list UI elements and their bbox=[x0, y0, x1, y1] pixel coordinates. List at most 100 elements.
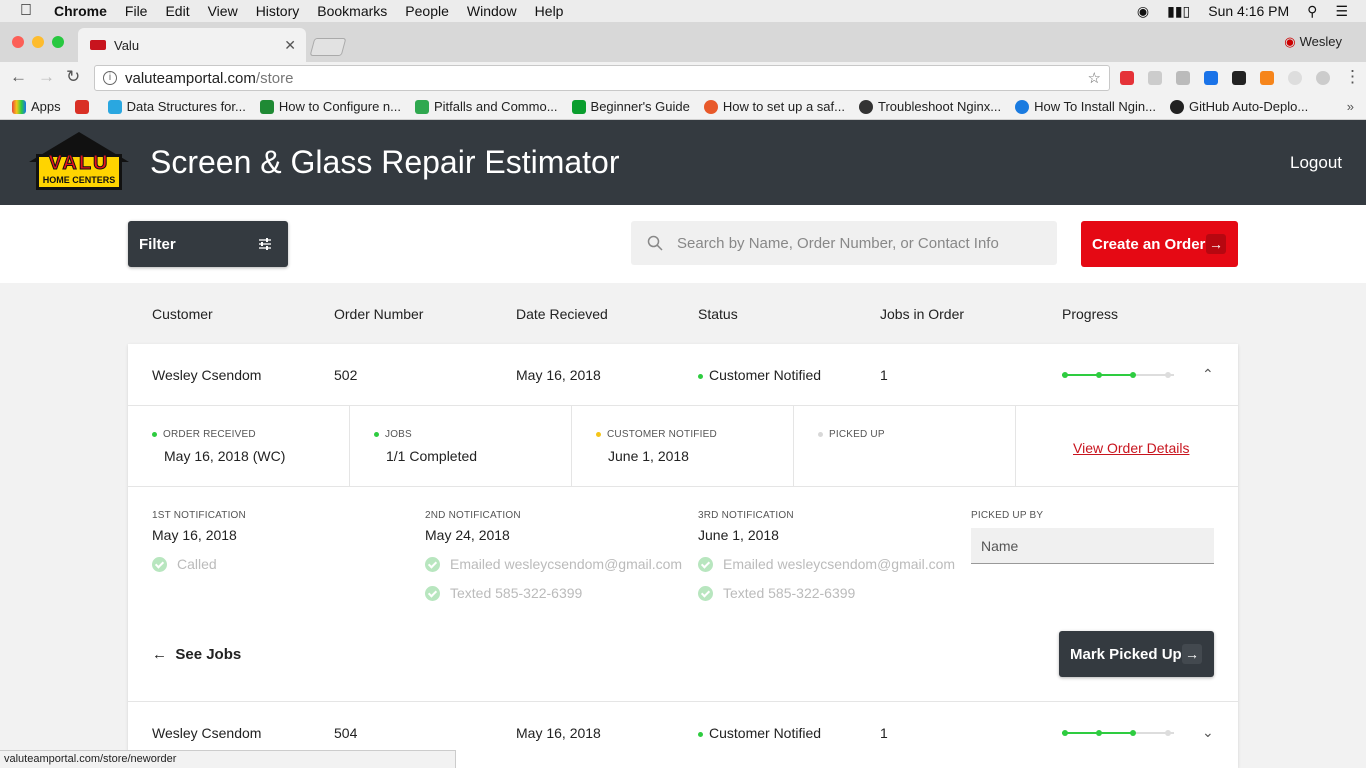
picked-up-by-input[interactable]: Name bbox=[971, 528, 1214, 564]
menu-help[interactable]: Help bbox=[535, 3, 564, 19]
column-header-status[interactable]: Status bbox=[698, 306, 738, 322]
check-circle-icon bbox=[698, 556, 713, 572]
menu-people[interactable]: People bbox=[405, 3, 449, 19]
filter-bar: Filter Search by Name, Order Number, or … bbox=[0, 205, 1366, 283]
close-tab-icon[interactable]: ✕ bbox=[284, 37, 296, 54]
logout-link[interactable]: Logout bbox=[1290, 153, 1342, 173]
stage-dot bbox=[152, 431, 157, 437]
stage-picked-up: PICKED UP bbox=[794, 406, 1016, 486]
order-status: Customer Notified bbox=[698, 367, 821, 383]
chevron-up-icon[interactable]: ⌃ bbox=[1202, 366, 1214, 383]
bookmark-favicon-icon bbox=[703, 99, 718, 114]
order-card: Wesley Csendom 502 May 16, 2018 Customer… bbox=[128, 344, 1238, 768]
search-input[interactable]: Search by Name, Order Number, or Contact… bbox=[631, 221, 1057, 265]
extension-icon[interactable] bbox=[1148, 71, 1162, 85]
date-received: May 16, 2018 bbox=[516, 367, 601, 383]
chrome-menu-icon[interactable]: ⋮ bbox=[1344, 67, 1361, 87]
bookmark-item[interactable]: Troubleshoot Nginx... bbox=[858, 99, 1001, 114]
profile-icon: ◉ bbox=[1284, 34, 1296, 49]
extension-icon[interactable] bbox=[1232, 71, 1246, 85]
reload-icon[interactable]: ↻ bbox=[66, 67, 80, 87]
mark-picked-up-label: Mark Picked Up bbox=[1070, 645, 1182, 663]
extension-icon[interactable] bbox=[1204, 71, 1218, 85]
site-info-icon[interactable]: i bbox=[103, 71, 117, 85]
more-bookmarks-icon[interactable]: » bbox=[1347, 99, 1354, 114]
date-received: May 16, 2018 bbox=[516, 725, 601, 741]
check-circle-icon bbox=[425, 556, 440, 572]
extension-icon[interactable] bbox=[1176, 71, 1190, 85]
tab-title: Valu bbox=[114, 37, 140, 53]
column-header-order-number[interactable]: Order Number bbox=[334, 306, 423, 322]
menu-app[interactable]: Chrome bbox=[54, 3, 107, 19]
menu-bookmarks[interactable]: Bookmarks bbox=[317, 3, 387, 19]
bookmark-star-icon[interactable]: ☆ bbox=[1088, 69, 1101, 87]
column-header-date[interactable]: Date Recieved bbox=[516, 306, 608, 322]
bookmark-apps[interactable]: Apps bbox=[12, 99, 61, 114]
column-header-jobs[interactable]: Jobs in Order bbox=[880, 306, 964, 322]
address-bar[interactable]: i valuteamportal.com/store ☆ bbox=[94, 65, 1110, 91]
menu-file[interactable]: File bbox=[125, 3, 148, 19]
check-circle-icon bbox=[698, 585, 713, 601]
see-jobs-button[interactable]: ← See Jobs bbox=[152, 646, 241, 663]
tab-strip: Valu ✕ ◉ Wesley bbox=[0, 22, 1366, 62]
logo-text: VALU bbox=[48, 152, 110, 175]
back-icon[interactable]: ← bbox=[10, 67, 27, 87]
progress-step-dot bbox=[1096, 372, 1103, 378]
customer-name: Wesley Csendom bbox=[152, 367, 262, 383]
column-header-progress[interactable]: Progress bbox=[1062, 306, 1118, 322]
ebay-extension-icon[interactable] bbox=[1120, 71, 1134, 85]
bookmark-item[interactable]: How to set up a saf... bbox=[703, 99, 845, 114]
bookmark-gmail[interactable] bbox=[74, 99, 94, 114]
filter-label: Filter bbox=[139, 235, 176, 253]
forward-icon[interactable]: → bbox=[38, 67, 55, 87]
profile-button[interactable]: ◉ Wesley bbox=[1284, 34, 1342, 50]
order-row[interactable]: Wesley Csendom 502 May 16, 2018 Customer… bbox=[128, 344, 1238, 406]
mark-picked-up-button[interactable]: Mark Picked Up → bbox=[1059, 631, 1214, 677]
extension-icon[interactable] bbox=[1316, 71, 1330, 85]
bookmark-favicon-icon bbox=[259, 99, 274, 114]
bookmark-item[interactable]: Data Structures for... bbox=[107, 99, 246, 114]
order-number: 504 bbox=[334, 725, 358, 741]
bookmark-label: Data Structures for... bbox=[126, 99, 246, 114]
view-order-details-link[interactable]: View Order Details bbox=[1073, 440, 1189, 456]
bookmark-item[interactable]: Pitfalls and Commo... bbox=[414, 99, 558, 114]
check-circle-icon bbox=[152, 556, 167, 572]
wifi-icon[interactable]: ◉ bbox=[1137, 3, 1149, 20]
minimize-window-icon[interactable] bbox=[32, 36, 44, 48]
filter-button[interactable]: Filter bbox=[128, 221, 288, 267]
metamask-extension-icon[interactable] bbox=[1260, 71, 1274, 85]
menu-view[interactable]: View bbox=[208, 3, 238, 19]
stage-order-received: ORDER RECEIVED May 16, 2018 (WC) bbox=[128, 406, 350, 486]
clock[interactable]: Sun 4:16 PM bbox=[1208, 3, 1289, 19]
menu-window[interactable]: Window bbox=[467, 3, 517, 19]
notification-center-icon[interactable]: ☰ bbox=[1335, 3, 1348, 20]
battery-icon[interactable]: ▮▮▯ bbox=[1167, 3, 1190, 20]
valu-logo[interactable]: VALU HOME CENTERS bbox=[24, 132, 134, 192]
progress-step-dot bbox=[1164, 372, 1171, 378]
bookmark-item[interactable]: How To Install Ngin... bbox=[1015, 99, 1156, 114]
chevron-down-icon[interactable]: ⌄ bbox=[1202, 724, 1214, 741]
extension-icon[interactable] bbox=[1288, 71, 1302, 85]
create-order-button[interactable]: Create an Order → bbox=[1081, 221, 1238, 267]
search-placeholder: Search by Name, Order Number, or Contact… bbox=[677, 234, 999, 252]
apple-icon[interactable]:  bbox=[20, 2, 36, 20]
spotlight-icon[interactable]: ⚲ bbox=[1307, 3, 1317, 20]
check-circle-icon bbox=[425, 585, 440, 601]
close-window-icon[interactable] bbox=[12, 36, 24, 48]
browser-tab[interactable]: Valu ✕ bbox=[78, 28, 306, 62]
column-header-customer[interactable]: Customer bbox=[152, 306, 213, 322]
maximize-window-icon[interactable] bbox=[52, 36, 64, 48]
bookmark-item[interactable]: GitHub Auto-Deplo... bbox=[1169, 99, 1308, 114]
new-tab-button[interactable] bbox=[309, 38, 347, 56]
menu-history[interactable]: History bbox=[256, 3, 300, 19]
stage-label: ORDER RECEIVED bbox=[163, 429, 256, 440]
search-icon bbox=[647, 235, 663, 251]
bookmark-item[interactable]: Beginner's Guide bbox=[571, 99, 690, 114]
menu-edit[interactable]: Edit bbox=[165, 3, 189, 19]
bookmark-label: Pitfalls and Commo... bbox=[433, 99, 558, 114]
stage-label: JOBS bbox=[385, 429, 412, 440]
profile-name: Wesley bbox=[1299, 34, 1342, 49]
picked-up-by-placeholder: Name bbox=[981, 537, 1019, 554]
bookmark-item[interactable]: How to Configure n... bbox=[259, 99, 401, 114]
status-bar-url: valuteamportal.com/store/neworder bbox=[0, 750, 456, 768]
